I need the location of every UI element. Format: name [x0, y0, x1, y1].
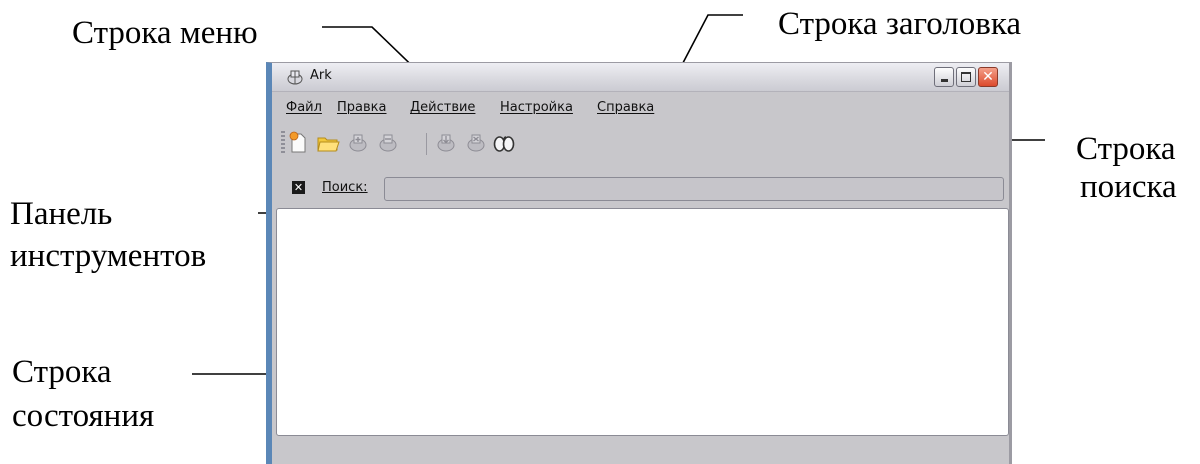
- callout-toolbar-line2: инструментов: [10, 238, 207, 274]
- callout-toolbar-line1: Панель: [10, 196, 113, 232]
- search-label: Поиск:: [322, 180, 368, 195]
- menu-edit[interactable]: Правка: [337, 100, 386, 115]
- menu-file[interactable]: Файл: [286, 100, 322, 115]
- toolbar: [272, 125, 672, 159]
- close-icon: ✕: [982, 69, 994, 85]
- callout-menubar: Строка меню: [72, 15, 258, 51]
- view-icon[interactable]: [492, 131, 516, 155]
- add-folder-icon[interactable]: [376, 131, 400, 155]
- minimize-icon: [941, 79, 948, 82]
- menu-settings[interactable]: Настройка: [500, 100, 573, 115]
- add-file-icon[interactable]: [346, 131, 370, 155]
- title-bar[interactable]: Ark ✕: [272, 63, 1009, 92]
- open-folder-icon[interactable]: [316, 131, 340, 155]
- callout-titlebar: Строка заголовка: [778, 6, 1022, 42]
- delete-icon[interactable]: [464, 131, 488, 155]
- extract-icon[interactable]: [434, 131, 458, 155]
- clear-search-icon[interactable]: ✕: [292, 181, 305, 194]
- window-title: Ark: [310, 68, 332, 83]
- ark-app-icon: [287, 70, 303, 85]
- search-label-text: Поиск:: [322, 180, 368, 195]
- maximize-button[interactable]: [956, 67, 976, 87]
- search-bar: ✕ Поиск:: [272, 175, 1012, 203]
- toolbar-grip[interactable]: [281, 131, 285, 155]
- archive-content-view[interactable]: [276, 208, 1009, 436]
- callout-statusbar-line2: состояния: [12, 398, 155, 434]
- minimize-button[interactable]: [934, 67, 954, 87]
- menu-action[interactable]: Действие: [410, 100, 475, 115]
- callout-statusbar-line1: Строка: [12, 354, 112, 390]
- callout-searchbar-line2: поиска: [1080, 169, 1177, 205]
- close-button[interactable]: ✕: [978, 67, 998, 87]
- callout-searchbar-line1: Строка: [1076, 131, 1176, 167]
- ark-window: Ark ✕ Файл Правка Действие Настройка Спр…: [266, 62, 1012, 464]
- status-bar: [276, 439, 1009, 463]
- search-input[interactable]: [384, 177, 1004, 201]
- maximize-icon: [961, 72, 971, 82]
- new-archive-icon[interactable]: [286, 131, 310, 155]
- toolbar-separator: [426, 133, 427, 155]
- menu-help[interactable]: Справка: [597, 100, 654, 115]
